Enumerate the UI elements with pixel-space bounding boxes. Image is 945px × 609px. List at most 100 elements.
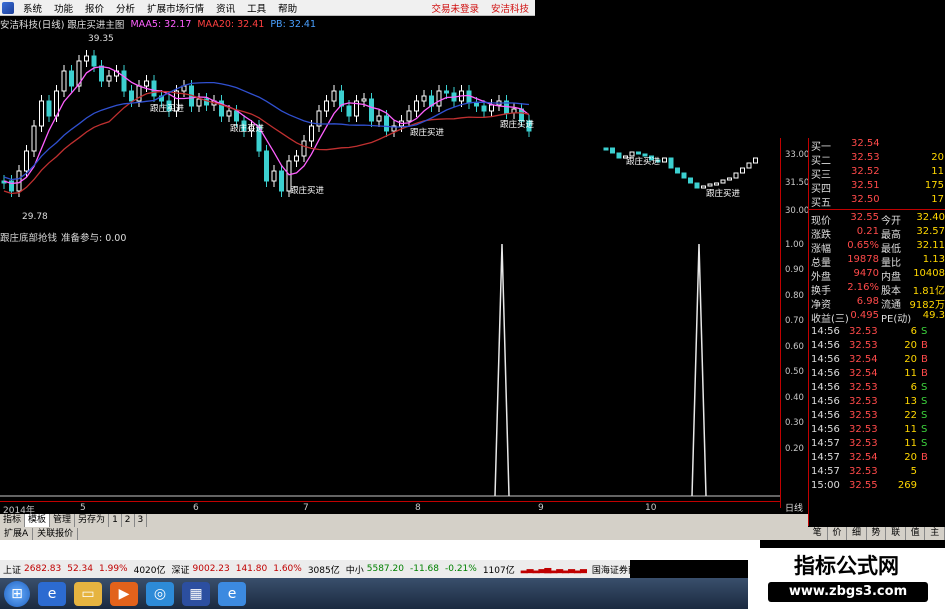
tick-row: 14:57 32.54 20 B bbox=[809, 452, 945, 466]
stat-row: 收益(三) 0.495 PE(动) 49.3 bbox=[809, 310, 945, 325]
stat-value: 49.3 bbox=[922, 310, 945, 321]
candle-body bbox=[610, 147, 615, 154]
candle-body bbox=[376, 115, 382, 122]
stat-value: 0.65% bbox=[847, 240, 879, 251]
tick-price: 32.54 bbox=[849, 354, 878, 365]
candle-body bbox=[421, 95, 427, 102]
candle-body bbox=[616, 152, 622, 159]
tick-volume: 6 bbox=[910, 326, 917, 337]
candle-body bbox=[226, 110, 232, 117]
bid-label: 买一 bbox=[811, 142, 831, 153]
tick-time: 14:56 bbox=[811, 326, 840, 337]
start-button-icon[interactable]: ⊞ bbox=[4, 580, 30, 607]
stat-value: 1.81亿 bbox=[912, 286, 945, 297]
browser-icon[interactable]: e bbox=[218, 581, 246, 606]
menu-item-analysis[interactable]: 分析 bbox=[110, 1, 141, 15]
candle-body bbox=[384, 115, 389, 132]
tick-volume: 13 bbox=[904, 396, 917, 407]
recent-candles-chart[interactable]: 跟庄买进跟庄买进 bbox=[600, 138, 775, 200]
sh-change: 52.34 bbox=[67, 564, 93, 574]
quote-tab[interactable]: 值 bbox=[906, 527, 926, 540]
quote-tab[interactable]: 联 bbox=[886, 527, 906, 540]
stat-label: 最低 bbox=[881, 244, 901, 255]
stat-value: 32.11 bbox=[916, 240, 945, 251]
date-axis: 2014年 5 6 7 8 9 10 bbox=[0, 501, 780, 516]
quote-tab[interactable]: 笔 bbox=[808, 527, 828, 540]
tick-time: 14:56 bbox=[811, 424, 840, 435]
quote-tab[interactable]: 主 bbox=[925, 527, 945, 540]
stat-value: 19878 bbox=[847, 254, 879, 265]
candle-body bbox=[279, 170, 284, 192]
tick-price: 32.53 bbox=[849, 382, 878, 393]
candle-body bbox=[61, 70, 67, 92]
tab-manage[interactable]: 管理 bbox=[50, 514, 76, 527]
tick-side: S bbox=[921, 396, 928, 407]
tick-row: 14:56 32.53 11 S bbox=[809, 424, 945, 438]
stat-label: 量比 bbox=[881, 258, 901, 269]
tab-template[interactable]: 模板 bbox=[25, 514, 51, 527]
bid-row[interactable]: 买四 32.51 175 bbox=[809, 180, 945, 195]
network-app-icon[interactable]: ◎ bbox=[146, 581, 174, 606]
candlestick-chart[interactable]: 39.35 29.78 跟庄买进跟庄买进跟庄买进跟庄买进跟庄买进 bbox=[0, 31, 535, 228]
bid-row[interactable]: 买一 32.54 bbox=[809, 138, 945, 153]
tick-time: 15:00 bbox=[811, 480, 840, 491]
indicator-tick: 0.70 bbox=[785, 316, 804, 326]
candle-body bbox=[31, 125, 37, 152]
tab-page-1[interactable]: 1 bbox=[109, 514, 122, 527]
buy-signal-label: 跟庄买进 bbox=[500, 119, 535, 130]
divider bbox=[809, 209, 945, 210]
bid-price: 32.50 bbox=[851, 194, 880, 205]
stat-row: 涨跌 0.21 最高 32.57 bbox=[809, 226, 945, 241]
quote-tab[interactable]: 细 bbox=[847, 527, 867, 540]
menu-item-news[interactable]: 资讯 bbox=[210, 1, 241, 15]
price-tick: 33.00 bbox=[785, 150, 810, 160]
menu-item-tools[interactable]: 工具 bbox=[241, 1, 272, 15]
media-player-icon[interactable]: ▶ bbox=[110, 581, 138, 606]
tick-time: 14:56 bbox=[811, 368, 840, 379]
indicator-chart[interactable] bbox=[0, 244, 780, 500]
candle-body bbox=[406, 110, 412, 122]
tick-price: 32.53 bbox=[849, 340, 878, 351]
quote-tab[interactable]: 价 bbox=[828, 527, 848, 540]
menu-item-quote[interactable]: 报价 bbox=[79, 1, 110, 15]
period-label[interactable]: 日线 bbox=[781, 501, 807, 514]
tab-page-3[interactable]: 3 bbox=[135, 514, 148, 527]
price-tick: 31.50 bbox=[785, 178, 810, 188]
tick-price: 32.54 bbox=[849, 452, 878, 463]
bid-row[interactable]: 买五 32.50 17 bbox=[809, 194, 945, 209]
stat-row: 总量 19878 量比 1.13 bbox=[809, 254, 945, 269]
tab-save-as[interactable]: 另存为 bbox=[75, 514, 110, 527]
stat-row: 换手 2.16% 股本 1.81亿 bbox=[809, 282, 945, 297]
stat-value: 0.21 bbox=[856, 226, 879, 237]
ie-icon[interactable]: e bbox=[38, 581, 66, 606]
menu-item-help[interactable]: 帮助 bbox=[272, 1, 303, 15]
bid-price: 32.53 bbox=[851, 152, 880, 163]
trade-login-status[interactable]: 交易未登录 bbox=[425, 1, 485, 15]
tick-price: 32.53 bbox=[849, 466, 878, 477]
stat-value: 0.495 bbox=[850, 310, 879, 321]
tick-row: 14:56 32.53 6 S bbox=[809, 326, 945, 340]
tab-linked-quote[interactable]: 关联报价 bbox=[33, 527, 79, 540]
tick-price: 32.54 bbox=[849, 368, 878, 379]
sz-pct: 1.60% bbox=[273, 564, 302, 574]
tab-indicator[interactable]: 指标 bbox=[0, 514, 26, 527]
menu-item-extended-market[interactable]: 扩展市场行情 bbox=[141, 1, 210, 15]
price-tick: 30.00 bbox=[785, 206, 810, 216]
watermark-url: www.zbgs3.com bbox=[768, 582, 928, 602]
tab-extended-a[interactable]: 扩展A bbox=[0, 527, 34, 540]
menu-item-system[interactable]: 系统 bbox=[17, 1, 48, 15]
bid-row[interactable]: 买二 32.53 20 bbox=[809, 152, 945, 167]
quote-tab[interactable]: 势 bbox=[867, 527, 887, 540]
tick-price: 32.53 bbox=[849, 438, 878, 449]
bid-volume: 17 bbox=[931, 194, 944, 205]
tab-page-2[interactable]: 2 bbox=[122, 514, 135, 527]
bid-row[interactable]: 买三 32.52 11 bbox=[809, 166, 945, 181]
buy-signal-label: 跟庄买进 bbox=[706, 188, 741, 199]
sz-change: 141.80 bbox=[235, 564, 268, 574]
tick-time: 14:56 bbox=[811, 396, 840, 407]
indicator-ready-readout: 准备参与: 0.00 bbox=[61, 233, 127, 244]
menu-item-function[interactable]: 功能 bbox=[48, 1, 79, 15]
trading-app-icon[interactable]: ▦ bbox=[182, 581, 210, 606]
pb-readout: PB: 32.41 bbox=[270, 18, 316, 30]
folder-icon[interactable]: ▭ bbox=[74, 581, 102, 606]
